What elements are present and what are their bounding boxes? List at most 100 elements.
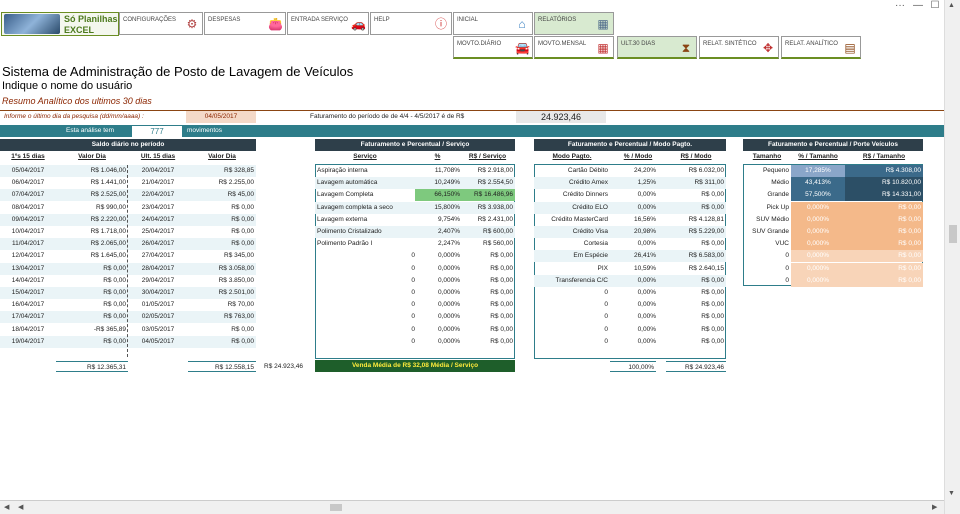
table-cell: 16,56% (633, 215, 656, 223)
table-cell: 0,00% (637, 289, 656, 296)
table-cell: R$ 0,00 (490, 325, 513, 333)
table-cell: Lavagem completa a seco (317, 203, 393, 211)
table-row: 14/04/2017 R$ 0,00 29/04/2017 R$ 3.850,00 (0, 275, 256, 287)
menu-entrada-servico[interactable]: ENTRADA SERVIÇO 🚗 (287, 12, 369, 35)
table-cell: 10,59% (633, 264, 656, 272)
menu-relat-sintetico[interactable]: RELAT. SINTÉTICO ✥ (699, 36, 779, 59)
table-cell: 0 (411, 325, 415, 333)
menu-relat-analitico[interactable]: RELAT. ANALÍTICO ▤ (781, 36, 861, 59)
table-cell: R$ 0,00 (845, 250, 923, 263)
col-header: % / Modo (623, 153, 653, 160)
table-cell: 01/05/2017 (141, 301, 175, 309)
calendar-icon: ▦ (597, 41, 609, 55)
table-cell: 26/04/2017 (141, 240, 175, 248)
puzzle-icon: ✥ (762, 41, 774, 55)
table-cell: R$ 0,00 (490, 276, 513, 284)
table-cell: 0,000% (791, 262, 845, 275)
table-cell: 24/04/2017 (141, 215, 175, 223)
logo-image (4, 14, 60, 34)
table-row: Aspiração interna 11,708% R$ 2.918,00 (315, 165, 515, 177)
table-row: 0 0,000% R$ 0,00 (315, 287, 515, 299)
table-cell: 22/04/2017 (141, 191, 175, 199)
menu-help[interactable]: HELP ⓘ (370, 12, 452, 35)
report-icon: ▦ (597, 17, 609, 31)
table-row: Crédito MasterCard 16,56% R$ 4.128,81 (534, 214, 726, 226)
table-cell: 12/04/2017 (11, 252, 45, 260)
table-cell: 0,00% (637, 325, 656, 333)
menu-configuracoes[interactable]: CONFIGURAÇÕES ⚙ (119, 12, 203, 35)
table-cell: R$ 45,00 (227, 191, 254, 199)
table-cell: 57,500% (791, 189, 845, 202)
table-row: Médio 43,413% R$ 10.820,00 (743, 177, 923, 190)
table-cell: Crédito Dinners (562, 191, 608, 199)
car-wash-icon: 🚗 (351, 17, 366, 31)
minimize-icon[interactable]: — (911, 0, 925, 12)
user-name[interactable]: Indique o nome do usuário (2, 80, 132, 92)
scroll-up-icon[interactable]: ▲ (948, 2, 955, 9)
table-cell: 25/04/2017 (141, 228, 175, 235)
maximize-icon[interactable]: ☐ (928, 0, 942, 12)
table-row: 08/04/2017 R$ 990,00 23/04/2017 R$ 0,00 (0, 202, 256, 214)
table-cell: R$ 0,00 (103, 264, 126, 272)
menu-label: DESPESAS (208, 17, 241, 23)
table-cell: R$ 0,00 (103, 313, 126, 321)
table-row: 0 0,00% R$ 0,00 (534, 324, 726, 336)
col-header: Serviço (353, 153, 377, 160)
more-icon[interactable]: ··· (893, 0, 907, 12)
table-cell: 66,150% (415, 189, 460, 202)
table-cell: 17,285% (791, 165, 845, 177)
menu-movto-diario[interactable]: MOVTO.DIÁRIO 🚘 (453, 36, 533, 59)
table-cell: R$ 0,00 (490, 289, 513, 296)
menu-label: MOVTO.MENSAL (538, 41, 587, 47)
table-cell: R$ 2.431,00 (477, 215, 513, 223)
table-cell: 03/05/2017 (141, 325, 175, 333)
table-row: 0 0,000% R$ 0,00 (315, 336, 515, 348)
table-cell: 08/04/2017 (11, 203, 45, 211)
menu-label: CONFIGURAÇÕES (123, 17, 177, 23)
menu-label: HELP (374, 17, 390, 23)
table-cell: R$ 2.525,00 (90, 191, 126, 199)
horizontal-scrollbar[interactable]: ◀ ◀ ▶ (0, 500, 944, 514)
total-last-15: R$ 12.558,15 (188, 361, 256, 372)
servico-header: Faturamento e Percentual / Serviço (315, 139, 515, 151)
table-row: Crédito ELO 0,00% R$ 0,00 (534, 201, 726, 214)
table-row: PIX 10,59% R$ 2.640,15 (534, 263, 726, 275)
menu-inicial[interactable]: INICIAL ⌂ (453, 12, 533, 35)
table-cell: 15,800% (434, 203, 460, 211)
table-cell: 10,249% (434, 179, 460, 187)
table-cell: R$ 2.640,15 (688, 264, 724, 272)
table-cell: R$ 0,00 (845, 201, 923, 214)
menu-label: ENTRADA SERVIÇO (291, 17, 348, 23)
menu-despesas[interactable]: DESPESAS 👛 (204, 12, 286, 35)
table-cell: 02/05/2017 (141, 313, 175, 321)
table-cell: Em Espécie (573, 252, 608, 260)
table-cell: R$ 0,00 (845, 274, 923, 287)
table-cell: R$ 0,00 (231, 228, 254, 235)
date-input[interactable]: 04/05/2017 (186, 111, 256, 123)
table-cell: R$ 70,00 (227, 301, 254, 309)
info-icon: ⓘ (434, 17, 447, 31)
servico-footer: Venda Média de R$ 32,08 Média / Serviço (315, 360, 515, 372)
menu-ult-30-dias[interactable]: ULT.30 DIAS ⧗ (617, 36, 697, 59)
table-cell: 0 (785, 264, 789, 272)
table-cell: 21/04/2017 (141, 179, 175, 187)
table-cell: R$ 0,00 (231, 325, 254, 333)
menu-relatorios[interactable]: RELATÓRIOS ▦ (534, 12, 614, 35)
scroll-right-icon[interactable]: ▶ (932, 503, 937, 511)
table-cell: 0 (411, 289, 415, 296)
total-first-15: R$ 12.365,31 (56, 361, 128, 372)
scroll-thumb[interactable] (949, 225, 957, 243)
scroll-down-icon[interactable]: ▼ (948, 490, 955, 497)
menu-movto-mensal[interactable]: MOVTO.MENSAL ▦ (534, 36, 614, 59)
table-cell: 0 (604, 325, 608, 333)
scroll-left-icon[interactable]: ◀ (18, 503, 23, 511)
scroll-thumb[interactable] (330, 504, 342, 511)
table-row: Em Espécie 26,41% R$ 6.583,00 (534, 250, 726, 263)
col-header: Tamanho (752, 153, 782, 160)
table-cell: R$ 2.554,50 (477, 179, 513, 187)
table-row: Polimento Cristalizado 2,407% R$ 600,00 (315, 226, 515, 238)
scroll-left-icon[interactable]: ◀ (4, 503, 9, 511)
vertical-scrollbar[interactable]: ▲ ▼ (944, 0, 960, 514)
table-cell: R$ 1.046,00 (90, 167, 126, 174)
table-row: Lavagem Completa 66,150% R$ 16.486,96 (315, 189, 515, 202)
